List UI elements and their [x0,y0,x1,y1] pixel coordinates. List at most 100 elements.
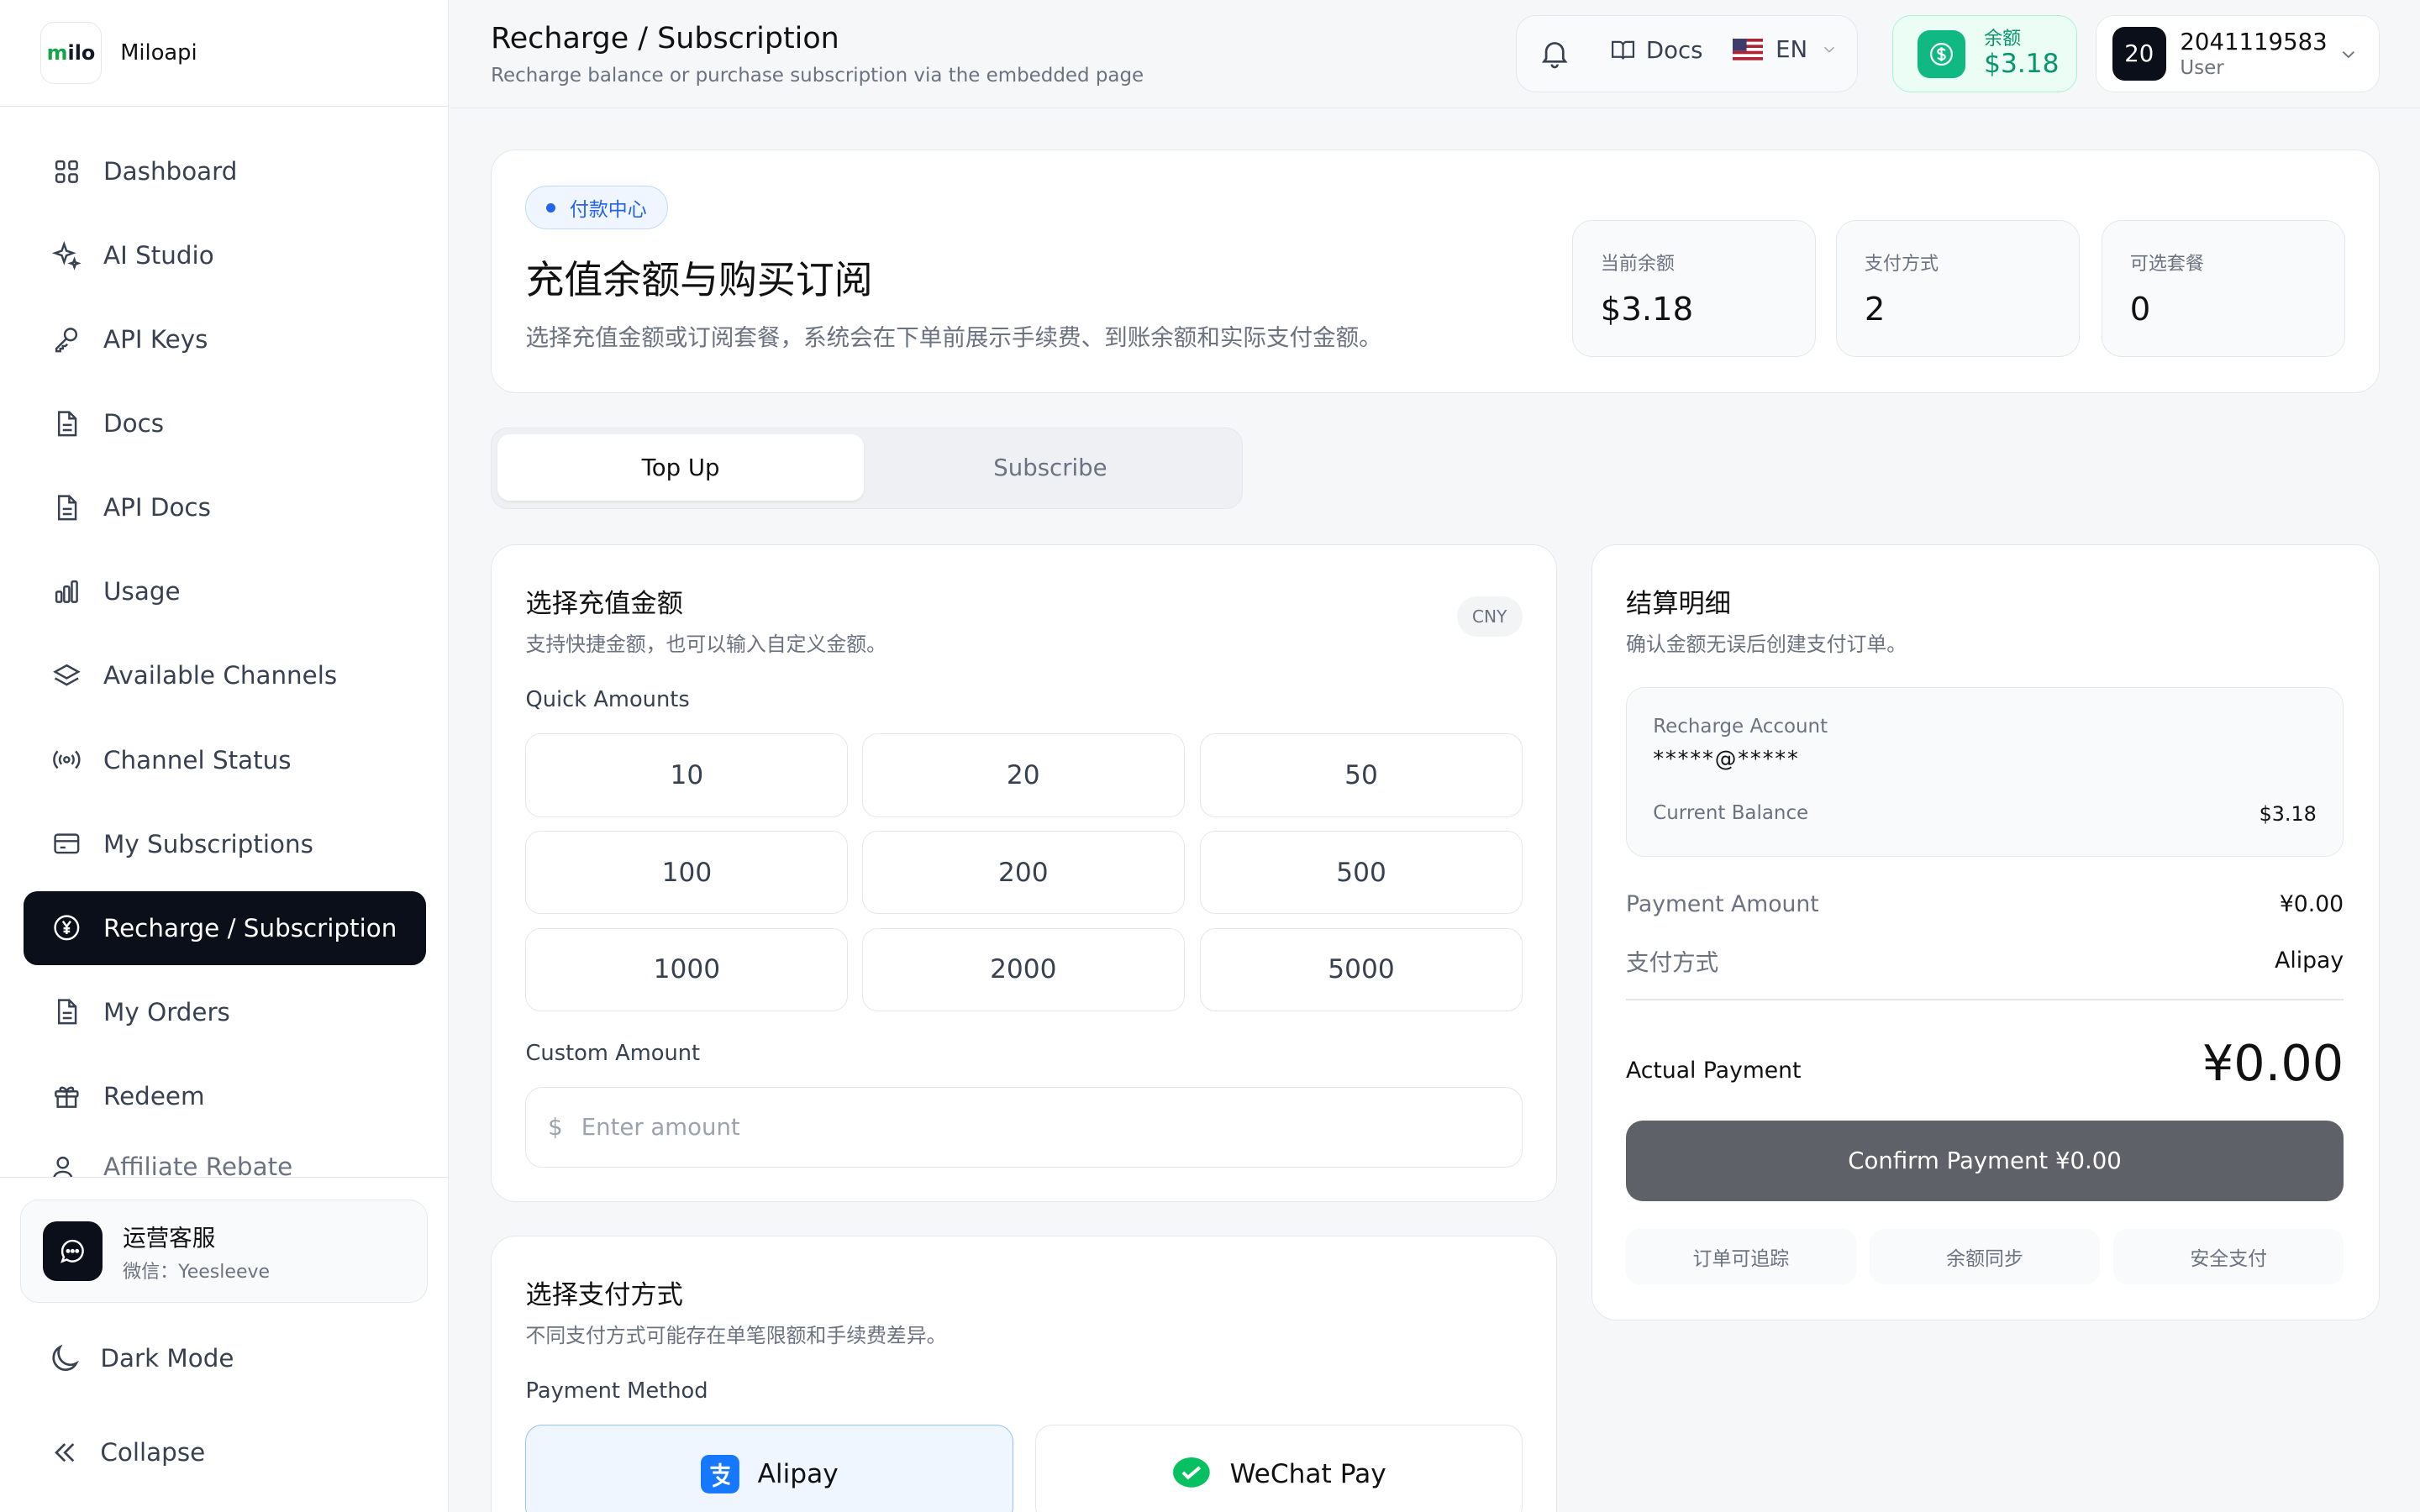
status-badge: 付款中心 [525,186,668,229]
dollar-circle-icon [1918,29,1966,78]
us-flag-icon [1732,39,1764,61]
sidebar-item-label: Affiliate Rebate [103,1152,293,1178]
chevrons-left-icon [55,1443,75,1462]
stat-value: 0 [2129,291,2151,329]
feature-tag: 订单可追踪 [1626,1229,1856,1285]
yen-circle-icon [53,915,79,941]
amount-option[interactable]: 50 [1200,733,1523,817]
chip-label: 付款中心 [569,199,647,222]
sidebar-item-my-subscriptions[interactable]: My Subscriptions [24,807,426,881]
feature-tag: 余额同步 [1870,1229,2100,1285]
sidebar-item-my-orders[interactable]: My Orders [24,975,426,1049]
credit-card-icon [53,833,79,854]
sidebar-item-redeem[interactable]: Redeem [24,1059,426,1133]
sidebar-item-channel-status[interactable]: Channel Status [24,722,426,796]
payment-method-label: Payment Method [525,1378,708,1404]
top-bar: Recharge / Subscription Recharge balance… [450,0,2420,108]
dark-mode-toggle[interactable]: Dark Mode [48,1341,234,1375]
payment-option-wechat[interactable]: WeChat Pay [1034,1425,1523,1512]
confirm-payment-button[interactable]: Confirm Payment ¥0.00 [1626,1121,2344,1201]
chevron-down-icon [2342,51,2354,59]
amount-option[interactable]: 5000 [1200,927,1523,1012]
sidebar-item-dashboard[interactable]: Dashboard [24,134,426,208]
amount-option[interactable]: 10 [525,733,849,817]
avatar: 20 [2112,27,2166,81]
username: 2041119583 [2180,28,2328,55]
sidebar-item-available-channels[interactable]: Available Channels [24,638,426,712]
docs-link[interactable]: Docs [1609,36,1702,64]
amount-option[interactable]: 2000 [861,927,1185,1012]
divider [1626,999,2344,1001]
custom-amount-input[interactable] [581,1113,1446,1141]
gift-icon [54,1086,79,1108]
stat-value: $3.18 [1600,291,1694,329]
hero-card: 付款中心 充值余额与购买订阅 选择充值金额或订阅套餐，系统会在下单前展示手续费、… [491,150,2381,394]
stat-label: 可选套餐 [2129,253,2204,275]
layers-icon [52,664,81,686]
sidebar: m ilo Miloapi Dashboard AI Studio API Key… [0,0,450,1512]
grid-icon [55,160,78,183]
book-icon [1611,41,1634,60]
language-selector[interactable]: EN [1732,36,1839,63]
sidebar-item-label: Available Channels [103,661,338,690]
moon-icon [52,1344,79,1372]
actual-payment-label: Actual Payment [1626,1058,1802,1084]
user-menu[interactable]: 20 2041119583 User [2096,15,2381,93]
amount-option[interactable]: 200 [861,831,1185,915]
account-value: *****@***** [1653,747,1800,773]
actual-payment-row: Actual Payment ¥0.00 [1626,1026,2344,1088]
sidebar-item-label: AI Studio [103,240,214,270]
section-subtitle: 不同支付方式可能存在单笔限额和手续费差异。 [525,1323,947,1347]
current-balance-label: Current Balance [1653,802,1809,825]
wechat-pay-icon [1172,1457,1210,1488]
balance-badge[interactable]: 余额 $3.18 [1891,15,2078,93]
sidebar-item-label: My Subscriptions [103,829,313,858]
sidebar-item-ai-studio[interactable]: AI Studio [24,218,426,292]
support-contact: 微信：Yeesleeve [123,1262,271,1284]
balance-label: 余额 [1984,28,2022,50]
sidebar-item-label: Docs [103,409,165,438]
sidebar-item-label: API Docs [103,493,211,522]
stat-value: 2 [1864,291,1886,329]
sidebar-item-affiliate[interactable]: Affiliate Rebate [24,1143,426,1178]
quick-amounts-label: Quick Amounts [525,687,690,713]
actual-payment-value: ¥0.00 [2202,1034,2344,1093]
sidebar-item-label: Redeem [103,1081,205,1110]
stat-label: 支付方式 [1864,253,1939,275]
collapse-label: Collapse [100,1438,206,1467]
collapse-button[interactable]: Collapse [48,1436,205,1469]
brand-logo: m ilo [39,22,103,84]
payment-amount-value: ¥0.00 [2279,890,2344,917]
bar-chart-icon [55,580,78,603]
feature-tag: 安全支付 [2113,1229,2344,1285]
sidebar-item-docs[interactable]: Docs [24,386,426,460]
tab-top-up[interactable]: Top Up [497,434,864,501]
currency-badge: CNY [1456,596,1523,637]
payment-option-alipay[interactable]: Alipay [525,1425,1013,1512]
account-label: Recharge Account [1653,716,1828,738]
amount-option[interactable]: 1000 [525,927,849,1012]
payment-option-label: WeChat Pay [1229,1459,1386,1490]
sidebar-item-label: Dashboard [103,156,238,186]
tab-subscribe[interactable]: Subscribe [866,434,1234,501]
summary-card: 结算明细 确认金额无误后创建支付订单。 Recharge Account ***… [1591,544,2381,1321]
custom-amount-field[interactable]: $ [525,1087,1523,1168]
page-subtitle: Recharge balance or purchase subscriptio… [491,65,1144,87]
brand-name: Miloapi [120,39,197,66]
section-subtitle: 支持快捷金额，也可以输入自定义金额。 [525,632,886,656]
amount-option[interactable]: 500 [1200,831,1523,915]
brand[interactable]: m ilo Miloapi [0,0,449,107]
sidebar-item-recharge[interactable]: Recharge / Subscription [23,890,426,965]
section-title: 结算明细 [1626,589,1731,620]
payment-amount-label: Payment Amount [1626,890,1819,917]
sidebar-item-api-docs[interactable]: API Docs [24,470,426,544]
amount-option[interactable]: 20 [861,733,1185,817]
sidebar-item-api-keys[interactable]: API Keys [24,302,426,376]
amount-option[interactable]: 100 [525,831,849,915]
sidebar-item-usage[interactable]: Usage [24,554,426,628]
payment-method-value: Alipay [2275,947,2344,974]
users-icon [52,1156,72,1178]
support-card[interactable]: 运营客服 微信：Yeesleeve [19,1200,428,1304]
bell-icon[interactable] [1538,36,1571,70]
sidebar-item-label: My Orders [103,997,230,1026]
